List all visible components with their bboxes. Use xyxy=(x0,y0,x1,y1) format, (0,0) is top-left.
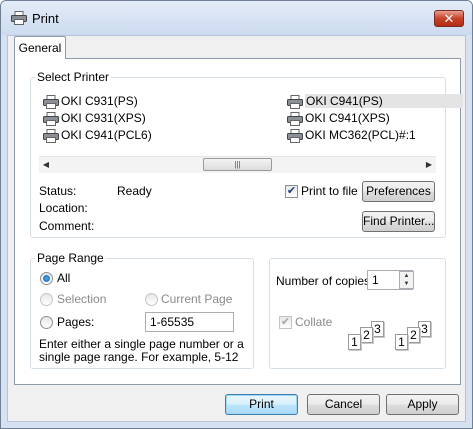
cancel-button[interactable]: Cancel xyxy=(307,394,380,415)
pages-input[interactable]: 1-65535 xyxy=(145,312,234,332)
print-to-file-label[interactable]: Print to file xyxy=(301,184,358,198)
page-sheet: 2 xyxy=(360,327,373,343)
print-to-file-checkbox[interactable]: ✔ xyxy=(285,185,298,198)
printer-list-item-selected[interactable]: OKI C941(PS) xyxy=(287,93,463,109)
all-pages-label[interactable]: All xyxy=(57,271,70,285)
scroll-right-button[interactable]: ▶ xyxy=(422,159,436,171)
printer-name: OKI C941(XPS) xyxy=(305,111,390,125)
selection-label[interactable]: Selection xyxy=(57,292,106,306)
close-button[interactable]: ✕ xyxy=(434,10,464,27)
printer-icon xyxy=(43,94,59,109)
printer-name: OKI MC362(PCL)#:1 xyxy=(305,128,416,142)
printer-icon xyxy=(11,11,27,25)
printer-icon xyxy=(287,128,303,143)
collate-label[interactable]: Collate xyxy=(295,315,332,329)
status-label: Status: xyxy=(39,184,77,198)
chevron-down-icon[interactable]: ▼ xyxy=(400,280,413,288)
status-value: Ready xyxy=(117,184,152,198)
preferences-button[interactable]: Preferences xyxy=(362,181,435,202)
printer-list-item[interactable]: OKI C931(PS) xyxy=(43,93,138,109)
printer-name: OKI C941(PCL6) xyxy=(61,128,152,142)
page-range-hint: Enter either a single page number or a s… xyxy=(39,337,244,364)
tab-general[interactable]: General xyxy=(14,36,66,59)
selection-radio[interactable] xyxy=(40,293,53,306)
checkmark-icon: ✔ xyxy=(280,316,291,328)
collate-checkbox[interactable]: ✔ xyxy=(279,316,292,329)
scroll-thumb[interactable]: ||| xyxy=(203,158,272,171)
checkmark-icon: ✔ xyxy=(286,185,297,197)
printer-list-item[interactable]: OKI C931(XPS) xyxy=(43,110,146,126)
all-pages-radio[interactable] xyxy=(40,272,53,285)
copies-spinner[interactable]: ▲ ▼ xyxy=(399,271,414,289)
printer-icon xyxy=(287,94,303,109)
printer-list-scrollbar[interactable]: ◀ ||| ▶ xyxy=(39,156,436,173)
page-sheet: 1 xyxy=(348,334,361,350)
current-page-radio[interactable] xyxy=(145,293,158,306)
collate-illustration-icon: 3 2 1 3 2 1 xyxy=(345,321,435,355)
current-page-label[interactable]: Current Page xyxy=(161,292,232,306)
printer-list-item[interactable]: OKI C941(PCL6) xyxy=(43,127,152,143)
title-bar[interactable]: Print ✕ xyxy=(1,1,472,35)
page-sheet: 1 xyxy=(395,334,408,350)
print-dialog-window: Print ✕ General Select Printer OKI C931(… xyxy=(0,0,473,429)
comment-label: Comment: xyxy=(39,219,95,233)
select-printer-legend: Select Printer xyxy=(35,70,112,84)
printer-list-item[interactable]: OKI C941(XPS) xyxy=(287,110,390,126)
apply-button[interactable]: Apply xyxy=(386,394,459,415)
printer-icon xyxy=(43,111,59,126)
printer-icon xyxy=(43,128,59,143)
find-printer-button[interactable]: Find Printer... xyxy=(362,211,435,232)
printer-name: OKI C941(PS) xyxy=(305,94,463,108)
printer-name: OKI C931(XPS) xyxy=(61,111,146,125)
page-range-legend: Page Range xyxy=(35,251,106,265)
pages-label[interactable]: Pages: xyxy=(57,315,94,329)
printer-icon xyxy=(287,111,303,126)
window-title: Print xyxy=(32,11,59,26)
print-button[interactable]: Print xyxy=(225,394,298,415)
number-of-copies-label: Number of copies: xyxy=(276,274,374,288)
location-label: Location: xyxy=(39,201,88,215)
close-icon: ✕ xyxy=(443,11,455,26)
pages-radio[interactable] xyxy=(40,316,53,329)
printer-list-item[interactable]: OKI MC362(PCL)#:1 xyxy=(287,127,416,143)
page-sheet: 2 xyxy=(407,327,420,343)
printer-name: OKI C931(PS) xyxy=(61,94,138,108)
chevron-up-icon[interactable]: ▲ xyxy=(400,272,413,280)
scroll-left-button[interactable]: ◀ xyxy=(39,159,53,171)
